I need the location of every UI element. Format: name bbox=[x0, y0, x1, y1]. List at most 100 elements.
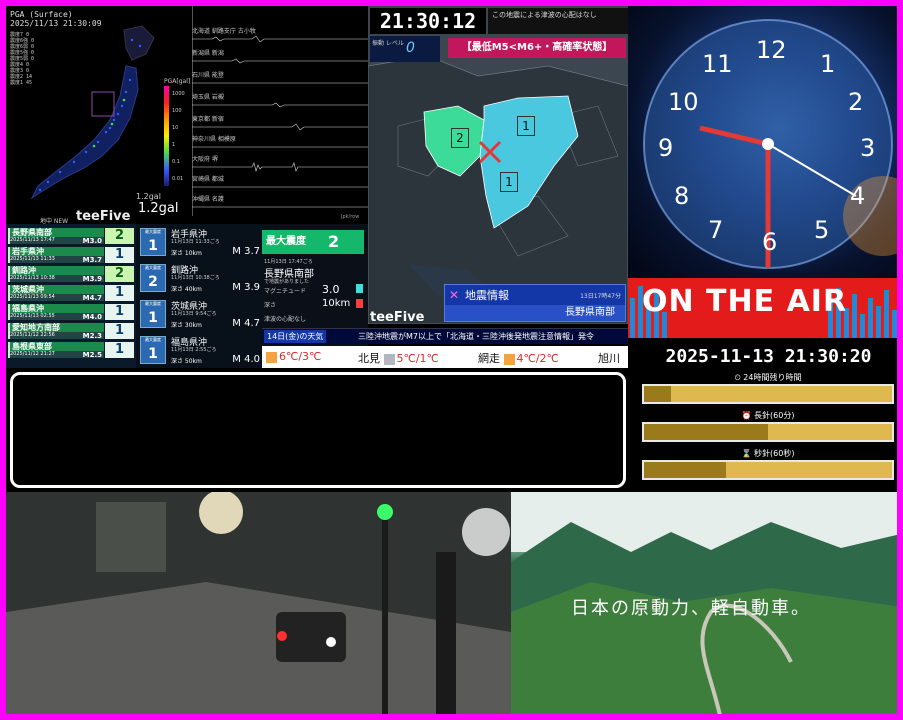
clock-number: 7 bbox=[708, 216, 724, 244]
detail-item[interactable]: 最大震度 1 福島県沖 11月13日 2:55ごろ 深さ 50km M 4.0 bbox=[138, 334, 262, 368]
detail-intensity: 1 bbox=[148, 310, 158, 326]
quake-intensity: 2 bbox=[105, 266, 134, 282]
earthquake-history-list: 長野県南部 2025/11/13 17:47 M3.0 2 岩手県沖 2025/11/… bbox=[6, 224, 136, 368]
quake-mag: M3.9 bbox=[82, 275, 102, 283]
gal-large: 1.2gal bbox=[138, 201, 179, 216]
detail-time: 11月13日 10:38ごろ bbox=[171, 275, 220, 281]
detail-label: 最大震度 bbox=[145, 229, 161, 234]
detail-intensity-box: 最大震度 2 bbox=[140, 264, 166, 292]
ticker-text: 三陸沖地震がM7以上で「北海道・三陸沖後発地震注意情報」発令 bbox=[358, 332, 594, 341]
alert-banner: 【最低M5<M6+・高確率状態】 bbox=[448, 38, 626, 58]
detail-mag: M 3.9 bbox=[232, 282, 260, 293]
list-item[interactable]: 岩手県沖 2025/11/13 11:33 M3.7 bbox=[8, 247, 104, 264]
clock-number: 12 bbox=[756, 36, 787, 64]
progress-fill bbox=[644, 386, 672, 402]
waveform-trace bbox=[192, 123, 368, 131]
blank-overlay-box bbox=[10, 372, 626, 488]
sun-icon bbox=[503, 353, 515, 365]
quake-name: 岩手県沖 bbox=[10, 247, 104, 256]
clock-number: 5 bbox=[814, 216, 830, 244]
street-camera-feed bbox=[6, 492, 511, 714]
detail-item[interactable]: 最大震度 1 茨城県沖 11月13日 9:54ごろ 深さ 30km M 4.7 bbox=[138, 298, 262, 332]
ticker-label: 14日(金)の天気 bbox=[264, 330, 327, 343]
detail-intensity: 1 bbox=[148, 346, 158, 362]
detail-time: 11月13日 2:55ごろ bbox=[171, 347, 217, 353]
quake-mag: M2.5 bbox=[82, 351, 102, 359]
weather-strip: 6℃/3℃ 北見 5℃/1℃ 網走 4℃/2℃ 旭川 bbox=[262, 346, 628, 368]
brand-prefix: 地中 NEW bbox=[40, 218, 69, 224]
progress-bar-minute bbox=[642, 422, 894, 442]
detail-item[interactable]: 最大震度 1 岩手県沖 11月13日 11:33ごろ 深さ 10km M 3.7 bbox=[138, 226, 262, 260]
datetime-stamp: 2025-11-13 21:30:20 bbox=[628, 346, 897, 370]
waveform-row: 神奈川県 相模原 bbox=[192, 134, 368, 154]
detail-label: 最大震度 bbox=[145, 265, 161, 270]
clock-number: 6 bbox=[762, 228, 778, 256]
quake-intensity: 1 bbox=[105, 342, 134, 358]
info-place: 長野県南部 bbox=[445, 305, 625, 321]
pga-scale-ticks: 1000 100 10 1 0.1 0.01 bbox=[172, 86, 185, 188]
list-item[interactable]: 愛知地方南部 2025/11/12 22:56 M2.3 bbox=[8, 323, 104, 340]
gal-small: 1.2gal bbox=[136, 192, 161, 201]
progress-bar-day bbox=[642, 384, 894, 404]
waveform-row: 宮崎県 都城 bbox=[192, 174, 368, 194]
shake-level-label: 振動 レベル bbox=[370, 36, 440, 62]
bar-label: ⏲ 24時間残り時間 bbox=[734, 373, 802, 382]
weather-item: 網走 4℃/2℃ bbox=[478, 350, 559, 366]
intensity-marker: 1 bbox=[517, 116, 535, 136]
quake-intensity: 1 bbox=[105, 304, 134, 320]
detail-mag: M 4.0 bbox=[232, 354, 260, 365]
scale-tick: 1000 bbox=[172, 91, 185, 97]
quake-mag: M2.3 bbox=[82, 332, 102, 340]
quake-mag: M3.7 bbox=[82, 256, 102, 264]
detail-item[interactable]: 最大震度 2 釧路沖 11月13日 10:38ごろ 深さ 40km M 3.9 bbox=[138, 262, 262, 296]
intensity-marker: 2 bbox=[451, 128, 469, 148]
news-ticker: 14日(金)の天気 三陸沖地震がM7以上で「北海道・三陸沖後発地震注意情報」発令 bbox=[262, 328, 628, 344]
quake-name: 愛知地方南部 bbox=[10, 323, 104, 332]
earthquake-detail-list: 最大震度 1 岩手県沖 11月13日 11:33ごろ 深さ 10km M 3.7 最大震度… bbox=[136, 224, 262, 368]
list-item[interactable]: 長野県南部 2025/11/13 17:47 M3.0 bbox=[8, 228, 104, 245]
depth-swatch bbox=[356, 299, 363, 308]
list-item[interactable]: 釧路沖 2025/11/13 10:38 M3.9 bbox=[8, 266, 104, 283]
scale-tick: 0.1 bbox=[172, 159, 180, 165]
scale-tick: 1 bbox=[172, 142, 176, 148]
detail-depth: 深さ 30km bbox=[171, 322, 202, 329]
list-item[interactable]: 福島県沖 2025/11/13 02:55 M4.0 bbox=[8, 304, 104, 321]
detail-mag: M 3.7 bbox=[232, 246, 260, 257]
intensity-marker: 1 bbox=[500, 172, 518, 192]
digital-clock: 21:30:12 bbox=[370, 8, 486, 34]
detail-intensity-box: 最大震度 1 bbox=[140, 300, 166, 328]
magnitude-swatch bbox=[356, 284, 363, 293]
seismograph-panel: PGA (Surface) 2025/11/13 21:30:09 震度7 0 … bbox=[6, 6, 368, 224]
waveform-row: 大阪府 堺 bbox=[192, 154, 368, 174]
max-intensity-value: 2 bbox=[328, 232, 340, 251]
quake-name: 福島県沖 bbox=[10, 304, 104, 313]
list-item[interactable]: 島根県東部 2025/11/12 21:27 M2.5 bbox=[8, 342, 104, 359]
scale-tick: 10 bbox=[172, 125, 179, 131]
quake-mag: M4.0 bbox=[82, 313, 102, 321]
list-item[interactable]: 茨城県沖 2025/11/13 09:54 M4.7 bbox=[8, 285, 104, 302]
seismo-title: PGA (Surface) bbox=[10, 10, 73, 19]
clock-number: 9 bbox=[658, 134, 674, 162]
progress-fill bbox=[644, 462, 726, 478]
waveform-trace bbox=[192, 58, 368, 64]
street-scene bbox=[6, 492, 511, 714]
waveform-row: 新潟県 新潟 bbox=[192, 48, 368, 68]
bar-label: ⌛ 秒針(60秒) bbox=[741, 449, 795, 458]
brand-logo: teeFive bbox=[76, 209, 131, 224]
weather-temps: 4℃/2℃ bbox=[516, 352, 559, 365]
on-air-sign: ON THE AIR bbox=[628, 278, 897, 338]
info-time: 13日17時47分 bbox=[580, 293, 621, 300]
waveform-trace bbox=[192, 162, 368, 172]
waveform-trace bbox=[192, 186, 368, 188]
tsunami-message: この地震による津波の心配はなし bbox=[488, 8, 628, 34]
pga-color-bar bbox=[164, 86, 169, 186]
detail-time: 11月13日 11:33ごろ bbox=[171, 239, 220, 245]
detail-depth: 深さ 10km bbox=[171, 250, 202, 257]
quake-name: 長野県南部 bbox=[10, 228, 104, 237]
weather-temps: 5℃/1℃ bbox=[396, 352, 439, 365]
waveform-trace bbox=[192, 102, 368, 108]
waveform-trace bbox=[192, 35, 368, 43]
clock-number: 1 bbox=[820, 50, 836, 78]
epicenter-map-panel: 2 1 1 21:30:12 この地震による津波の心配はなし 振動 レベル 0 … bbox=[368, 6, 628, 324]
clock-number: 11 bbox=[702, 50, 733, 78]
